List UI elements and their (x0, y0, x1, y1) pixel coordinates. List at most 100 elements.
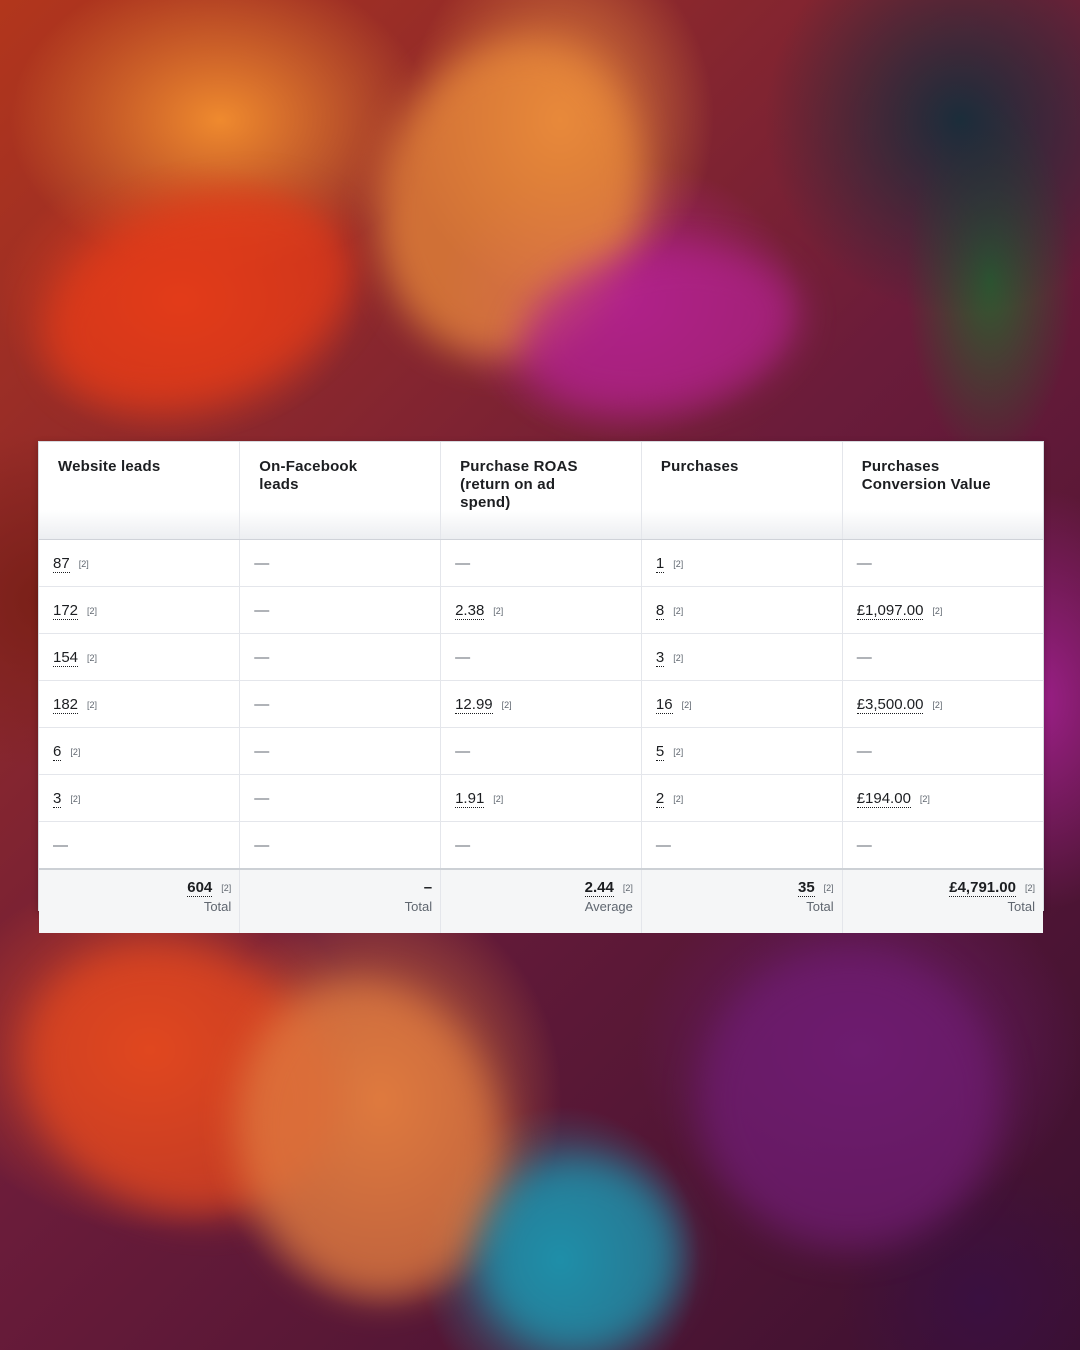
total-label: Total (806, 899, 834, 914)
note-badge: [2] (78, 558, 89, 569)
note-badge: [2] (673, 746, 684, 757)
empty-value: — (254, 789, 270, 807)
metric-value[interactable]: 87 (53, 554, 70, 573)
table-row: 182 [2] — 12.99 [2] 16 [2] £3,500.00 [2] (39, 680, 1043, 728)
note-badge: [2] (493, 793, 504, 804)
total-value[interactable]: 2.44 (584, 879, 614, 897)
total-cell: 35 [2] Total (641, 868, 843, 933)
total-label: Average (584, 899, 633, 914)
empty-value: — (856, 554, 872, 572)
cell-conversion-value: — (842, 539, 1043, 587)
cell-on-facebook-leads: — (239, 586, 442, 634)
cell-website-leads: 3 [2] (39, 774, 241, 822)
cell-conversion-value: £194.00 [2] (842, 774, 1043, 822)
cell-purchases: — (641, 821, 843, 870)
total-value[interactable]: 604 (187, 879, 213, 897)
metric-value[interactable]: 154 (53, 648, 79, 667)
total-value[interactable]: 35 (797, 879, 815, 897)
empty-value: — (856, 648, 872, 666)
ads-metrics-table: Website leads On-Facebook leads Purchase … (39, 442, 1043, 933)
cell-purchase-roas: — (440, 821, 642, 870)
table-row: — — — — — (39, 821, 1043, 870)
cell-purchase-roas: — (440, 727, 642, 775)
metric-value[interactable]: £1,097.00 (856, 601, 924, 620)
note-badge: [2] (1024, 883, 1035, 894)
empty-value: — (254, 695, 270, 713)
cell-purchase-roas: 1.91 [2] (440, 774, 642, 822)
cell-purchases: 5 [2] (641, 727, 843, 775)
cell-purchases: 1 [2] (641, 539, 843, 587)
cell-website-leads: 87 [2] (39, 539, 241, 587)
empty-value: — (455, 836, 471, 854)
metric-value[interactable]: 172 (53, 601, 79, 620)
note-badge: [2] (87, 699, 98, 710)
cell-website-leads: 172 [2] (39, 586, 241, 634)
metric-value[interactable]: £194.00 (856, 789, 911, 808)
column-header-website-leads[interactable]: Website leads (39, 442, 241, 540)
cell-purchases: 3 [2] (641, 633, 843, 681)
cell-purchase-roas: — (440, 539, 642, 587)
note-badge: [2] (932, 605, 943, 616)
metric-value[interactable]: 2 (655, 789, 665, 808)
metric-value[interactable]: 8 (655, 601, 665, 620)
note-badge: [2] (87, 652, 98, 663)
empty-value: — (655, 836, 671, 854)
cell-on-facebook-leads: — (239, 539, 442, 587)
note-badge: [2] (70, 746, 81, 757)
column-header-on-facebook-leads[interactable]: On-Facebook leads (239, 442, 442, 540)
cell-website-leads: 154 [2] (39, 633, 241, 681)
cell-purchase-roas: — (440, 633, 642, 681)
empty-value: — (856, 742, 872, 760)
empty-value: — (455, 648, 471, 666)
table-row: 6 [2] — — 5 [2] — (39, 727, 1043, 775)
note-badge: [2] (932, 699, 943, 710)
metric-value[interactable]: 12.99 (455, 695, 493, 714)
cell-conversion-value: £1,097.00 [2] (842, 586, 1043, 634)
metric-value[interactable]: 5 (655, 742, 665, 761)
note-badge: [2] (221, 883, 232, 894)
column-header-purchases-conversion-value[interactable]: Purchases Conversion Value (842, 442, 1043, 540)
note-badge: [2] (87, 605, 98, 616)
note-badge: [2] (70, 793, 81, 804)
cell-website-leads: 182 [2] (39, 680, 241, 728)
cell-website-leads: 6 [2] (39, 727, 241, 775)
table-row: 87 [2] — — 1 [2] — (39, 539, 1043, 587)
metric-value[interactable]: 1.91 (455, 789, 485, 808)
metric-value[interactable]: 3 (53, 789, 62, 808)
metric-value[interactable]: 182 (53, 695, 79, 714)
cell-conversion-value: — (842, 727, 1043, 775)
total-cell: £4,791.00 [2] Total (842, 868, 1043, 933)
metric-value[interactable]: 6 (53, 742, 62, 761)
metric-value[interactable]: £3,500.00 (856, 695, 924, 714)
note-badge: [2] (673, 793, 684, 804)
cell-on-facebook-leads: — (239, 633, 442, 681)
note-badge: [2] (501, 699, 512, 710)
note-badge: [2] (493, 605, 504, 616)
total-label: Total (1007, 899, 1035, 914)
total-value[interactable]: £4,791.00 (949, 879, 1016, 897)
empty-value: — (455, 554, 471, 572)
total-label: Total (203, 899, 232, 914)
metric-value[interactable]: 16 (655, 695, 673, 714)
metric-value[interactable]: 2.38 (455, 601, 485, 620)
column-header-purchase-roas[interactable]: Purchase ROAS (return on ad spend) (440, 442, 642, 540)
table-body: 87 [2] — — 1 [2] — 172 [2] — 2.38 [2] 8 [2] £1,097.00 [… (39, 539, 1043, 870)
column-header-purchases[interactable]: Purchases (641, 442, 843, 540)
cell-on-facebook-leads: — (239, 821, 442, 870)
cell-conversion-value: — (842, 633, 1043, 681)
total-value: – (423, 879, 433, 896)
cell-website-leads: — (39, 821, 241, 870)
cell-purchase-roas: 2.38 [2] (440, 586, 642, 634)
total-cell: – Total (239, 868, 442, 933)
metric-value[interactable]: 1 (655, 554, 665, 573)
cell-purchase-roas: 12.99 [2] (440, 680, 642, 728)
cell-on-facebook-leads: — (239, 680, 442, 728)
table-row: 154 [2] — — 3 [2] — (39, 633, 1043, 681)
note-badge: [2] (673, 652, 684, 663)
cell-conversion-value: — (842, 821, 1043, 870)
empty-value: — (254, 648, 270, 666)
total-cell: 2.44 [2] Average (440, 868, 642, 933)
metric-value[interactable]: 3 (655, 648, 665, 667)
cell-conversion-value: £3,500.00 [2] (842, 680, 1043, 728)
cell-purchases: 16 [2] (641, 680, 843, 728)
